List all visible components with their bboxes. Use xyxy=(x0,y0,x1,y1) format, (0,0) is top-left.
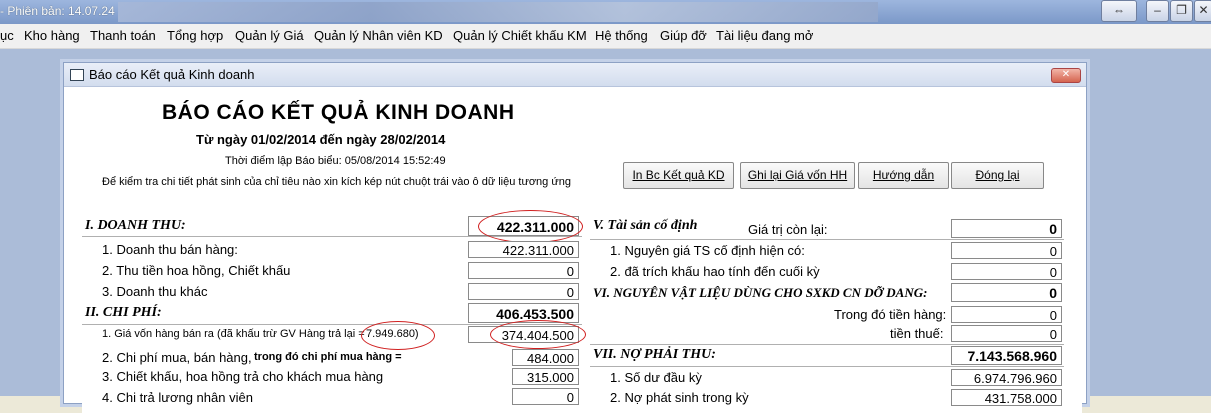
menu-item-tong-hop[interactable]: Tổng hợp xyxy=(167,28,223,43)
cogs-label: 1. Giá vốn hàng bán ra (đã khấu trừ GV H… xyxy=(102,328,365,340)
expense-title: II. CHI PHÍ: xyxy=(85,305,162,320)
close-icon[interactable]: ✕ xyxy=(1194,0,1211,22)
app-version-label: - Phiên bản: 14.07.24 xyxy=(0,4,115,18)
dialog-close-button[interactable]: ✕ xyxy=(1051,68,1081,83)
highlight-circle xyxy=(478,210,583,243)
report-dialog: Báo cáo Kết quả Kinh doanh ✕ BÁO CÁO KẾT… xyxy=(63,62,1087,413)
dialog-title: Báo cáo Kết quả Kinh doanh xyxy=(89,67,255,82)
divider xyxy=(590,239,1064,240)
tax-label: tiền thuế: xyxy=(890,326,944,341)
materials-title: VI. NGUYÊN VẬT LIỆU DÙNG CHO SXKD CN DỠ … xyxy=(593,285,928,300)
purchase-label: 2. Chi phí mua, bán hàng, xyxy=(102,350,252,365)
report-heading: BÁO CÁO KẾT QUẢ KINH DOANH xyxy=(162,101,515,124)
report-hint: Để kiểm tra chi tiết phát sinh của chỉ t… xyxy=(102,176,571,188)
discount-value-field[interactable]: 315.000 xyxy=(512,368,579,385)
app-title-bar: - Phiên bản: 14.07.24 ⇔ – ❐ ✕ xyxy=(0,0,1211,24)
purchase-value-field[interactable]: 484.000 xyxy=(512,349,579,366)
remaining-value-field[interactable]: 0 xyxy=(951,219,1062,238)
revenue-row-value[interactable]: 0 xyxy=(468,283,579,300)
receivable-row-value[interactable]: 431.758.000 xyxy=(951,389,1062,406)
menu-item-partial[interactable]: ục xyxy=(0,28,14,43)
guide-button[interactable]: Hướng dẫn xyxy=(858,162,949,189)
fixed-assets-title: V. Tài sản cố định xyxy=(593,218,698,233)
menu-item-quan-ly-chiet-khau[interactable]: Quản lý Chiết khấu KM xyxy=(453,28,587,43)
fixed-row-value[interactable]: 0 xyxy=(951,263,1062,280)
receivable-total-field[interactable]: 7.143.568.960 xyxy=(951,346,1062,365)
materials-value-field[interactable]: 0 xyxy=(951,283,1062,302)
maximize-icon[interactable]: ❐ xyxy=(1170,0,1193,22)
menu-item-he-thong[interactable]: Hệ thống xyxy=(595,28,648,43)
menu-item-kho-hang[interactable]: Kho hàng xyxy=(24,28,80,43)
revenue-row-label: 1. Doanh thu bán hàng: xyxy=(102,242,238,257)
fixed-row-label: 1. Nguyên giá TS cố định hiện có: xyxy=(610,243,805,258)
restore-icon[interactable]: ⇔ xyxy=(1101,0,1137,22)
report-created-time: Thời điểm lập Báo biểu: 05/08/2014 15:52… xyxy=(225,155,446,167)
receivable-row-label: 2. Nợ phát sinh trong kỳ xyxy=(610,390,749,405)
menu-item-quan-ly-nhan-vien[interactable]: Quản lý Nhân viên KD xyxy=(314,28,443,43)
divider xyxy=(590,344,1064,345)
highlight-circle xyxy=(490,320,586,349)
menu-item-tai-lieu[interactable]: Tài liệu đang mở xyxy=(716,28,813,43)
discount-label: 3. Chiết khấu, hoa hồng trả cho khách mu… xyxy=(102,369,384,384)
title-blurred-area xyxy=(118,2,878,22)
highlight-circle xyxy=(361,321,435,350)
salary-label: 4. Chi trả lương nhân viên xyxy=(102,390,253,405)
menu-item-quan-ly-gia[interactable]: Quản lý Giá xyxy=(235,28,304,43)
receivable-title: VII. NỢ PHẢI THU: xyxy=(593,347,716,362)
revenue-row-value[interactable]: 422.311.000 xyxy=(468,241,579,258)
menu-item-giup-do[interactable]: Giúp đỡ xyxy=(660,28,707,43)
revenue-row-label: 3. Doanh thu khác xyxy=(102,284,208,299)
minimize-icon[interactable]: – xyxy=(1146,0,1169,22)
goods-label: Trong đó tiền hàng: xyxy=(834,307,947,322)
report-panel: I. DOANH THU: 422.311.000 1. Doanh thu b… xyxy=(82,210,1082,413)
remaining-label: Giá trị còn lại: xyxy=(748,222,828,237)
goods-value-field[interactable]: 0 xyxy=(951,306,1062,323)
save-cost-button[interactable]: Ghi lại Giá vốn HH xyxy=(740,162,855,189)
revenue-row-value[interactable]: 0 xyxy=(468,262,579,279)
menu-item-thanh-toan[interactable]: Thanh toán xyxy=(90,28,156,43)
window-icon xyxy=(70,69,84,81)
salary-value-field[interactable]: 0 xyxy=(512,388,579,405)
fixed-row-label: 2. đã trích khấu hao tính đến cuối kỳ xyxy=(610,264,820,279)
revenue-title: I. DOANH THU: xyxy=(85,218,186,233)
close-dialog-button[interactable]: Đóng lại xyxy=(951,162,1044,189)
dialog-title-bar: Báo cáo Kết quả Kinh doanh ✕ xyxy=(64,63,1086,87)
receivable-row-label: 1. Số dư đầu kỳ xyxy=(610,370,702,385)
tax-value-field[interactable]: 0 xyxy=(951,325,1062,342)
divider xyxy=(590,366,1064,367)
purchase-note: trong đó chi phí mua hàng = xyxy=(254,351,402,363)
report-date-range: Từ ngày 01/02/2014 đến ngày 28/02/2014 xyxy=(196,132,446,147)
receivable-row-value[interactable]: 6.974.796.960 xyxy=(951,369,1062,386)
fixed-row-value[interactable]: 0 xyxy=(951,242,1062,259)
revenue-row-label: 2. Thu tiền hoa hồng, Chiết khấu xyxy=(102,263,291,278)
print-report-button[interactable]: In Bc Kết quả KD xyxy=(623,162,734,189)
menu-bar: ục Kho hàng Thanh toán Tổng hợp Quản lý … xyxy=(0,24,1211,49)
